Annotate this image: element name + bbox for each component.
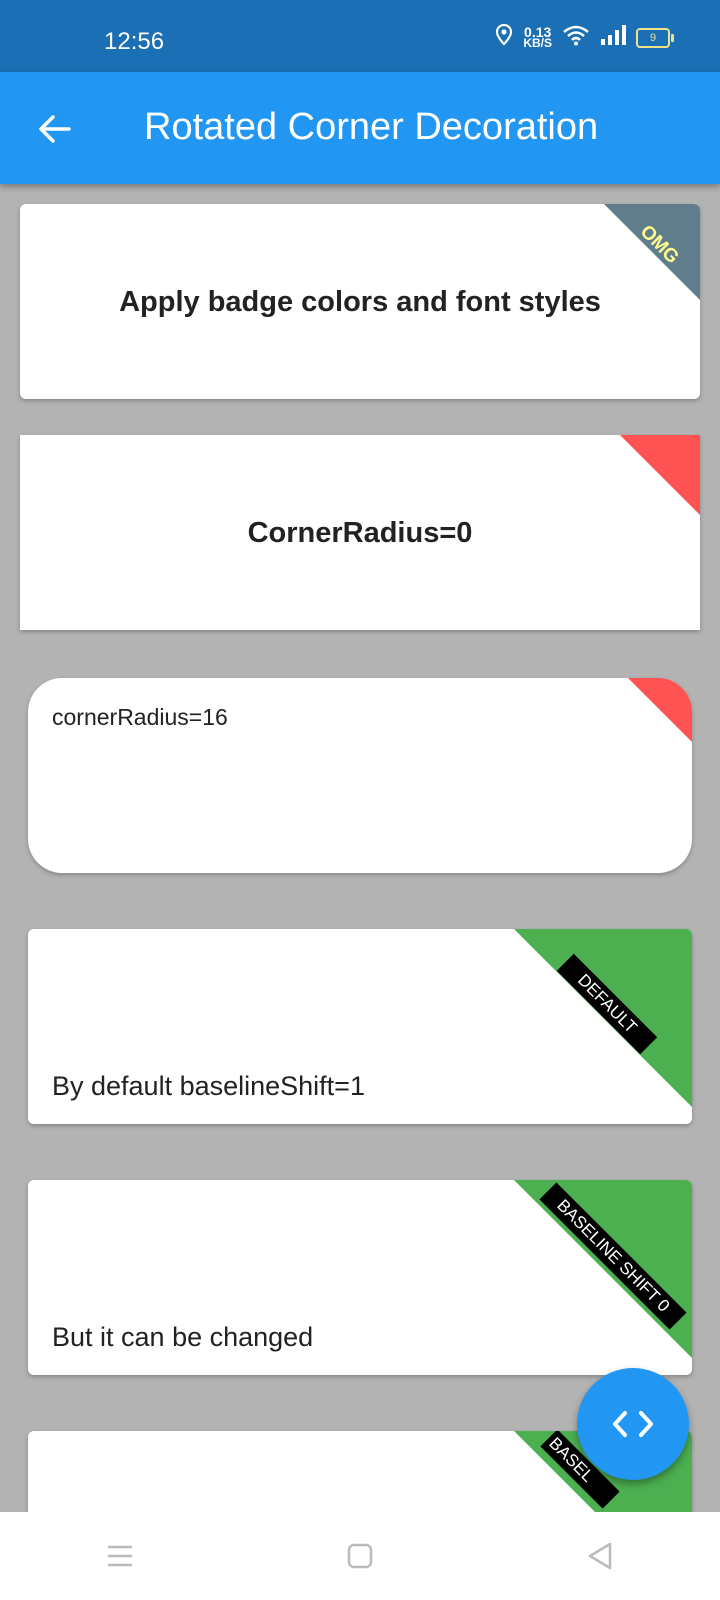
card-default-baseline: DEFAULT By default baselineShift=1 [28,929,692,1124]
menu-icon [108,1545,132,1567]
arrow-left-icon [39,115,71,143]
status-time: 12:56 [104,28,165,55]
card-badge-styles: OMG Apply badge colors and font styles [20,204,700,399]
card-text: Apply badge colors and font styles [119,286,601,318]
wifi-icon [562,24,590,51]
card-text: By default baselineShift=1 [52,1071,365,1101]
card-text: cornerRadius=16 [52,704,228,730]
location-icon [495,23,513,51]
corner-badge [514,1180,692,1358]
corner-badge [628,678,692,742]
back-button[interactable] [30,104,80,154]
status-icons: 0.13 KB/S 9 [495,23,674,51]
code-fab-button[interactable] [577,1368,689,1480]
card-list[interactable]: OMG Apply badge colors and font styles C… [0,184,720,1512]
app-bar: Rotated Corner Decoration [0,72,720,184]
page-title: Rotated Corner Decoration [144,106,599,148]
signal-icon [600,25,626,50]
corner-badge [514,929,692,1107]
home-square-icon [347,1543,373,1569]
back-nav-button[interactable] [560,1526,640,1586]
card-corner-radius-16: cornerRadius=16 [28,678,692,873]
code-icon [613,1411,653,1437]
card-text: CornerRadius=0 [247,517,473,549]
corner-badge [620,435,700,515]
card-baseline-shift: BASELINE SHIFT 0 But it can be changed [28,1180,692,1375]
system-nav-bar [0,1512,720,1600]
back-triangle-icon [588,1542,612,1570]
home-button[interactable] [320,1526,400,1586]
card-text: But it can be changed [52,1322,314,1352]
status-bar: 12:56 0.13 KB/S 9 [0,0,720,72]
recents-button[interactable] [80,1526,160,1586]
card-corner-radius-0: CornerRadius=0 [20,435,700,630]
battery-icon: 9 [636,27,674,48]
network-speed: 0.13 KB/S [523,23,552,50]
